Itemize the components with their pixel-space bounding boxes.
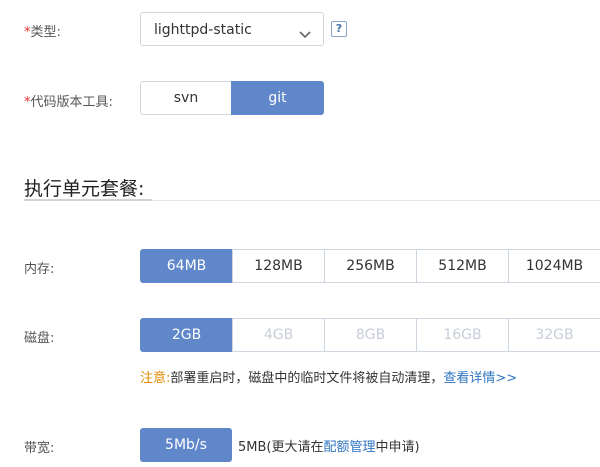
disk-label: 磁盘: <box>24 331 55 346</box>
bandwidth-label: 带宽: <box>24 441 55 456</box>
type-select[interactable]: lighttpd-static <box>140 12 324 46</box>
bandwidth-info: 5MB(更大请在配额管理中申请) <box>238 440 420 455</box>
disk-option-16gb: 16GB <box>416 318 509 352</box>
view-details-link[interactable]: 查看详情>> <box>443 371 517 386</box>
memory-option-512mb[interactable]: 512MB <box>416 249 509 283</box>
disk-segmented-control: 2GB 4GB 8GB 16GB 32GB <box>140 318 600 352</box>
section-title: 执行单元套餐: <box>24 178 145 200</box>
disk-option-2gb[interactable]: 2GB <box>140 318 233 352</box>
memory-option-64mb[interactable]: 64MB <box>140 249 233 283</box>
memory-option-128mb[interactable]: 128MB <box>232 249 325 283</box>
disk-option-32gb: 32GB <box>508 318 600 352</box>
type-select-value: lighttpd-static <box>154 22 252 38</box>
help-icon[interactable]: ? <box>331 21 347 37</box>
disk-note: 注意:部署重启时，磁盘中的临时文件将被自动清理，查看详情>> <box>140 367 517 386</box>
vcs-option-git[interactable]: git <box>231 81 324 115</box>
bandwidth-value-button[interactable]: 5Mb/s <box>140 428 232 462</box>
section-title-underline <box>24 199 152 201</box>
memory-label: 内存: <box>24 262 55 277</box>
vcs-segmented-control: svn git <box>140 81 324 115</box>
disk-option-8gb: 8GB <box>324 318 417 352</box>
disk-option-4gb: 4GB <box>232 318 325 352</box>
vcs-option-svn[interactable]: svn <box>140 81 232 115</box>
vcs-label: *代码版本工具: <box>24 95 113 110</box>
memory-option-256mb[interactable]: 256MB <box>324 249 417 283</box>
memory-segmented-control: 64MB 128MB 256MB 512MB 1024MB <box>140 249 600 283</box>
note-text: 部署重启时，磁盘中的临时文件将被自动清理， <box>170 371 444 386</box>
type-label: *类型: <box>24 25 61 40</box>
memory-option-1024mb[interactable]: 1024MB <box>508 249 600 283</box>
note-prefix: 注意: <box>140 371 171 386</box>
chevron-down-icon <box>299 24 311 43</box>
quota-management-link[interactable]: 配额管理 <box>323 440 375 455</box>
